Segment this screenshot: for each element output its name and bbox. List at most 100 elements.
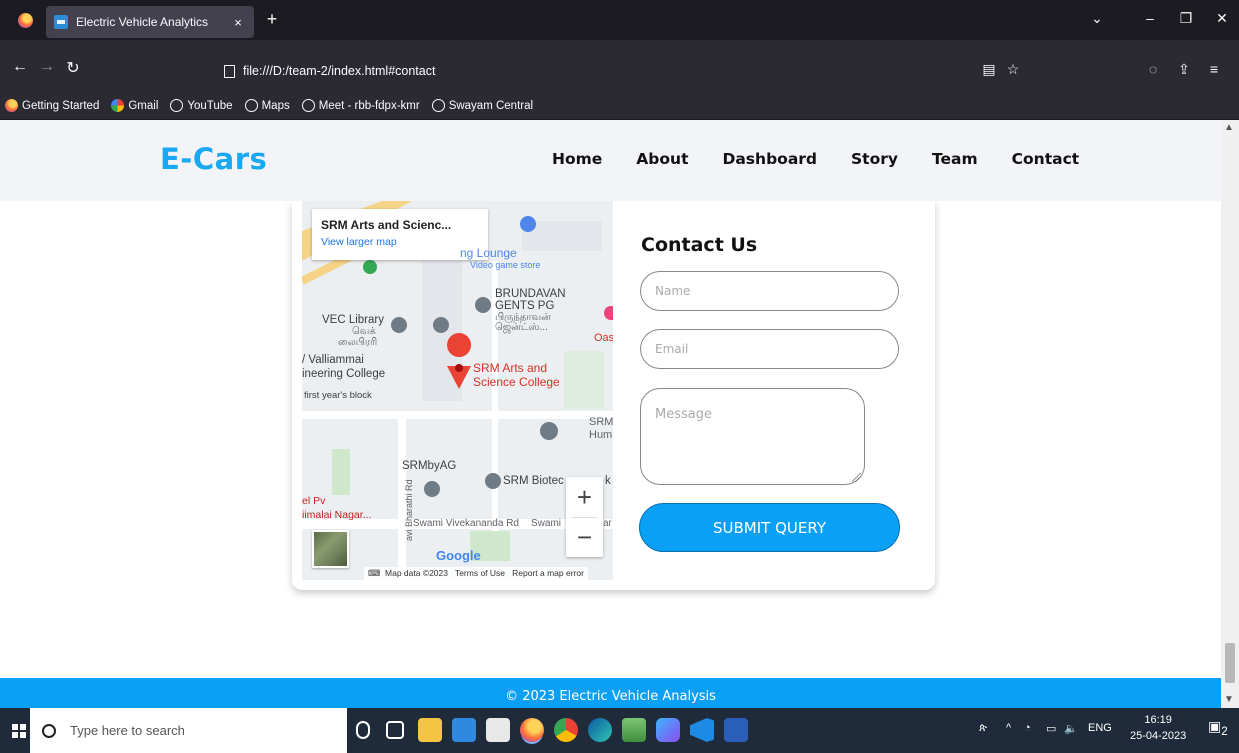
edge-icon[interactable] — [588, 718, 612, 742]
view-larger-map-link[interactable]: View larger map — [321, 236, 479, 248]
map-label: / Valliammai — [302, 354, 364, 366]
vscode-icon[interactable] — [690, 718, 714, 742]
message-textarea[interactable] — [640, 388, 865, 485]
volume-icon[interactable]: 🔈 — [1064, 722, 1078, 735]
nav-about[interactable]: About — [636, 150, 688, 168]
app-icon[interactable] — [656, 718, 680, 742]
nav-story[interactable]: Story — [851, 150, 898, 168]
keyboard-icon[interactable]: ⌨ — [368, 568, 380, 578]
firefox-icon[interactable] — [18, 13, 33, 28]
bookmark-getting-started[interactable]: Getting Started — [5, 99, 99, 112]
name-input[interactable] — [640, 271, 899, 311]
reader-view-icon[interactable]: ▤ — [980, 61, 998, 78]
firefox-taskbar-icon[interactable] — [520, 718, 544, 742]
chrome-icon[interactable] — [554, 718, 578, 742]
network-icon[interactable]: ◔ — [1024, 722, 1031, 734]
report-error-link[interactable]: Report a map error — [512, 568, 584, 578]
map-label: ar — [603, 518, 612, 529]
map-label: VEC Library — [322, 314, 384, 326]
page-scrollbar[interactable]: ▲ ▼ — [1221, 120, 1239, 708]
nav-home[interactable]: Home — [552, 150, 602, 168]
map-label: லைபிரரி — [338, 337, 378, 348]
nav-contact[interactable]: Contact — [1012, 150, 1080, 168]
map-label: Video game store — [470, 260, 541, 270]
submit-query-button[interactable]: SUBMIT QUERY — [639, 503, 900, 552]
file-explorer-icon[interactable] — [418, 718, 442, 742]
list-tabs-icon[interactable]: ⌄ — [1087, 10, 1107, 27]
reload-icon[interactable]: ↻ — [63, 58, 83, 78]
clock-time: 16:19 — [1144, 714, 1172, 726]
bookmark-star-icon[interactable]: ☆ — [1004, 61, 1022, 78]
bookmark-swayam[interactable]: Swayam Central — [431, 99, 533, 112]
address-bar[interactable]: file:///D:/team-2/index.html#contact — [224, 59, 1034, 83]
close-window-icon[interactable]: ✕ — [1212, 10, 1232, 27]
resize-handle[interactable] — [852, 473, 861, 482]
photos-icon[interactable] — [622, 718, 646, 742]
new-tab-button[interactable]: + — [262, 9, 282, 30]
zoom-divider — [572, 517, 597, 518]
taskbar-clock[interactable]: 16:19 25-04-2023 — [1130, 712, 1186, 744]
map-label: Science College — [473, 375, 560, 389]
map-label: el Pv — [302, 495, 326, 507]
scroll-down-icon[interactable]: ▼ — [1224, 694, 1234, 705]
zoom-out-button[interactable]: − — [566, 517, 603, 557]
url-text: file:///D:/team-2/index.html#contact — [243, 64, 436, 78]
back-arrow-icon[interactable]: ← — [10, 58, 30, 76]
windows-start-icon[interactable] — [12, 724, 26, 738]
embedded-map[interactable]: SRM Arts and Scienc... View larger map n… — [302, 201, 613, 580]
taskbar-search[interactable]: Type here to search — [30, 708, 347, 753]
map-zoom-control: + − — [566, 477, 603, 557]
bookmark-meet[interactable]: Meet - rbb-fdpx-kmr — [301, 99, 420, 112]
map-label: Swami — [531, 518, 562, 529]
nav-dashboard[interactable]: Dashboard — [722, 150, 817, 168]
map-label: ineering College — [302, 368, 386, 380]
map-label: Oas — [594, 332, 613, 344]
notifications-icon[interactable]: ▣2 — [1208, 718, 1228, 738]
people-icon[interactable]: ጵ — [979, 722, 987, 735]
minimize-icon[interactable]: – — [1140, 10, 1160, 26]
bookmark-youtube[interactable]: YouTube — [170, 99, 233, 112]
bookmark-maps[interactable]: Maps — [244, 99, 290, 112]
nav-team[interactable]: Team — [932, 150, 978, 168]
browser-tab[interactable]: Electric Vehicle Analytics × — [46, 6, 254, 38]
map-label: SRM Arts and — [473, 361, 548, 375]
map-label: k — [605, 475, 611, 487]
map-label: Hum — [589, 429, 613, 441]
contact-card: SRM Arts and Scienc... View larger map n… — [292, 201, 935, 590]
store-icon[interactable] — [486, 718, 510, 742]
scroll-up-icon[interactable]: ▲ — [1224, 122, 1234, 133]
word-icon[interactable] — [724, 718, 748, 742]
windows-taskbar: Type here to search ጵ ^ ◔ ▭ 🔈 ENG 16:19 … — [0, 708, 1239, 753]
map-label: ng Lounge — [460, 246, 517, 260]
globe-icon — [301, 99, 315, 112]
zoom-in-button[interactable]: + — [566, 477, 603, 517]
map-attribution: ⌨ Map data ©2023 Terms of Use Report a m… — [364, 567, 588, 580]
globe-icon — [170, 99, 184, 112]
google-icon — [111, 99, 125, 112]
scroll-thumb[interactable] — [1225, 643, 1235, 683]
task-view-icon[interactable] — [386, 721, 404, 739]
terms-link[interactable]: Terms of Use — [455, 568, 505, 578]
tray-chevron-icon[interactable]: ^ — [1006, 722, 1011, 734]
menu-hamburger-icon[interactable]: ≡ — [1205, 61, 1223, 77]
microphone-icon[interactable] — [356, 721, 370, 739]
email-input[interactable] — [640, 329, 899, 369]
satellite-toggle[interactable] — [312, 530, 349, 568]
bookmarks-toolbar: Getting Started Gmail YouTube Maps Meet … — [0, 92, 1239, 120]
map-place-title: SRM Arts and Scienc... — [321, 218, 452, 232]
notification-count: 2 — [1221, 724, 1228, 738]
mail-icon[interactable] — [452, 718, 476, 742]
battery-icon[interactable]: ▭ — [1046, 722, 1056, 735]
share-icon[interactable]: ⇪ — [1175, 61, 1193, 78]
site-logo[interactable]: E-Cars — [160, 142, 267, 176]
firefox-icon — [5, 99, 18, 112]
tab-close-icon[interactable]: × — [230, 15, 246, 30]
restore-icon[interactable]: ❐ — [1176, 10, 1196, 27]
pocket-icon[interactable]: ◌ — [1144, 61, 1162, 77]
language-indicator[interactable]: ENG — [1088, 722, 1112, 734]
bookmark-gmail[interactable]: Gmail — [111, 99, 158, 112]
page-icon — [224, 64, 235, 78]
map-label: first year's block — [304, 390, 372, 401]
forward-arrow-icon[interactable]: → — [37, 58, 57, 76]
map-label: SRM Biotec — [503, 475, 564, 487]
